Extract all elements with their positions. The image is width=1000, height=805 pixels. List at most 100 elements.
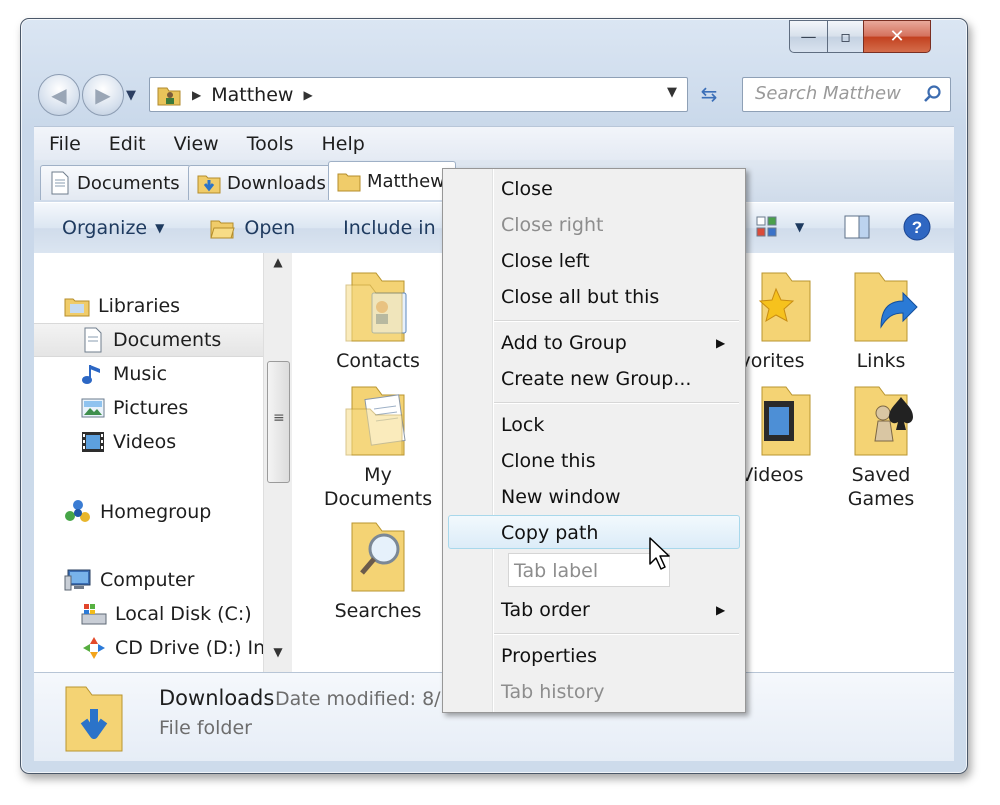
submenu-arrow-icon: ▶	[716, 603, 726, 617]
nav-label: Homegroup	[100, 501, 212, 523]
address-history-dropdown[interactable]: ▼	[667, 85, 677, 100]
homegroup-icon	[65, 500, 90, 522]
chevron-down-icon: ▼	[155, 221, 165, 235]
document-icon	[51, 171, 69, 195]
folder-label: Links	[856, 350, 906, 372]
breadcrumb-matthew[interactable]: Matthew	[211, 84, 293, 106]
menu-separator	[494, 633, 739, 635]
menu-item-close-left[interactable]: Close left	[501, 245, 590, 277]
open-button[interactable]: Open	[210, 216, 295, 240]
preview-pane-icon[interactable]	[844, 215, 870, 239]
saved-games-folder-icon	[854, 386, 913, 456]
folder-label: vorites	[739, 350, 805, 372]
minimize-button[interactable]: —	[789, 20, 827, 53]
details-item-name: Downloads	[159, 686, 275, 710]
folder-label: Games	[847, 488, 915, 510]
folder-label: Saved	[851, 464, 911, 486]
nav-label: CD Drive (D:) Inst	[115, 637, 283, 659]
change-view-icon[interactable]	[756, 216, 778, 238]
breadcrumb-separator-icon[interactable]: ▶	[192, 88, 201, 102]
mouse-cursor-icon	[649, 537, 670, 570]
menu-item-properties[interactable]: Properties	[501, 640, 597, 672]
menu-gutter-line	[493, 169, 494, 712]
menu-item-lock[interactable]: Lock	[501, 409, 544, 441]
menu-item-new-window[interactable]: New window	[501, 481, 621, 513]
menu-separator	[494, 402, 739, 404]
include-in-library-button[interactable]: Include in li	[343, 217, 452, 239]
folder-label: Searches	[334, 600, 422, 622]
back-button[interactable]: ◀	[38, 74, 80, 116]
tab-label: Matthew	[367, 170, 445, 192]
menu-file[interactable]: File	[34, 133, 94, 155]
user-folder-icon	[157, 87, 181, 105]
nav-label: Local Disk (C:)	[115, 603, 252, 625]
nav-label: Music	[113, 363, 168, 385]
caption-buttons: — ▫ ✕	[789, 20, 931, 53]
nav-label: Documents	[113, 329, 222, 351]
close-icon: ✕	[889, 26, 905, 47]
menu-separator	[494, 320, 739, 322]
tab-label-input[interactable]: Tab label	[508, 553, 670, 587]
scroll-down-icon[interactable]: ▼	[264, 645, 292, 667]
close-button[interactable]: ✕	[863, 20, 931, 53]
nav-libraries[interactable]: Libraries	[34, 290, 293, 322]
cd-drive-icon	[83, 637, 105, 659]
scroll-thumb[interactable]: ≡	[267, 361, 290, 483]
breadcrumb-separator-icon[interactable]: ▶	[303, 88, 312, 102]
computer-icon	[64, 569, 91, 591]
menu-item-tab-order[interactable]: Tab order	[501, 594, 590, 626]
tab-downloads[interactable]: Downloads	[188, 165, 337, 200]
libraries-icon	[64, 298, 90, 317]
menu-tools[interactable]: Tools	[232, 133, 307, 155]
menu-view[interactable]: View	[159, 133, 232, 155]
maximize-icon: ▫	[840, 27, 851, 46]
folder-links[interactable]: Links	[821, 265, 941, 373]
grip-icon: ≡	[273, 410, 285, 426]
nav-label: Videos	[113, 431, 177, 453]
menu-help[interactable]: Help	[307, 133, 378, 155]
nav-computer[interactable]: Computer	[34, 564, 293, 596]
folder-contacts[interactable]: Contacts	[318, 265, 438, 373]
view-options-dropdown[interactable]: ▼	[795, 220, 804, 234]
music-icon	[82, 365, 100, 384]
submenu-arrow-icon: ▶	[716, 336, 726, 350]
forward-arrow-icon: ▶	[95, 83, 111, 107]
tab-documents[interactable]: Documents	[40, 165, 191, 200]
chevron-down-icon: ▼	[126, 88, 136, 103]
nav-label: Libraries	[98, 295, 181, 317]
forward-button[interactable]: ▶	[82, 74, 124, 116]
help-icon[interactable]: ?	[903, 213, 931, 241]
tab-label: Downloads	[227, 172, 326, 194]
local-disk-icon	[81, 604, 107, 625]
refresh-icon: ⇆	[700, 81, 718, 106]
search-input[interactable]: Search Matthew	[742, 77, 951, 112]
menu-item-close[interactable]: Close	[501, 173, 553, 205]
refresh-button[interactable]: ⇆	[689, 77, 729, 110]
menu-item-close-all-but-this[interactable]: Close all but this	[501, 281, 659, 313]
nav-scrollbar[interactable]: ▲ ≡ ▼	[263, 253, 292, 672]
folder-label: Documents	[323, 488, 433, 510]
folder-searches[interactable]: Searches	[318, 515, 438, 623]
folder-icon	[337, 173, 361, 192]
folder-label: Contacts	[336, 350, 420, 372]
nav-label: Computer	[100, 569, 195, 591]
search-icon[interactable]	[922, 84, 942, 104]
menu-item-create-new-group[interactable]: Create new Group...	[501, 363, 691, 395]
folder-my-documents[interactable]: My Documents	[318, 379, 438, 511]
folder-saved-games[interactable]: Saved Games	[821, 379, 941, 511]
navigation-pane: Libraries Documents Music Pictures Video…	[34, 253, 311, 672]
menu-item-tab-history: Tab history	[501, 681, 605, 703]
organize-button[interactable]: Organize ▼	[62, 217, 164, 239]
menu-item-clone-this[interactable]: Clone this	[501, 445, 596, 477]
address-bar[interactable]: ▶ Matthew ▶ ▼	[149, 77, 688, 112]
menu-edit[interactable]: Edit	[94, 133, 159, 155]
maximize-button[interactable]: ▫	[827, 20, 863, 53]
menu-item-copy-path[interactable]: Copy path	[501, 517, 598, 549]
nav-homegroup[interactable]: Homegroup	[34, 496, 293, 528]
menu-item-add-to-group[interactable]: Add to Group	[501, 327, 627, 359]
scroll-up-icon[interactable]: ▲	[264, 255, 292, 277]
searches-folder-icon	[351, 522, 405, 592]
tab-label: Documents	[77, 172, 180, 194]
tab-matthew[interactable]: Matthew	[328, 161, 456, 200]
recent-pages-dropdown[interactable]: ▼	[126, 88, 136, 103]
